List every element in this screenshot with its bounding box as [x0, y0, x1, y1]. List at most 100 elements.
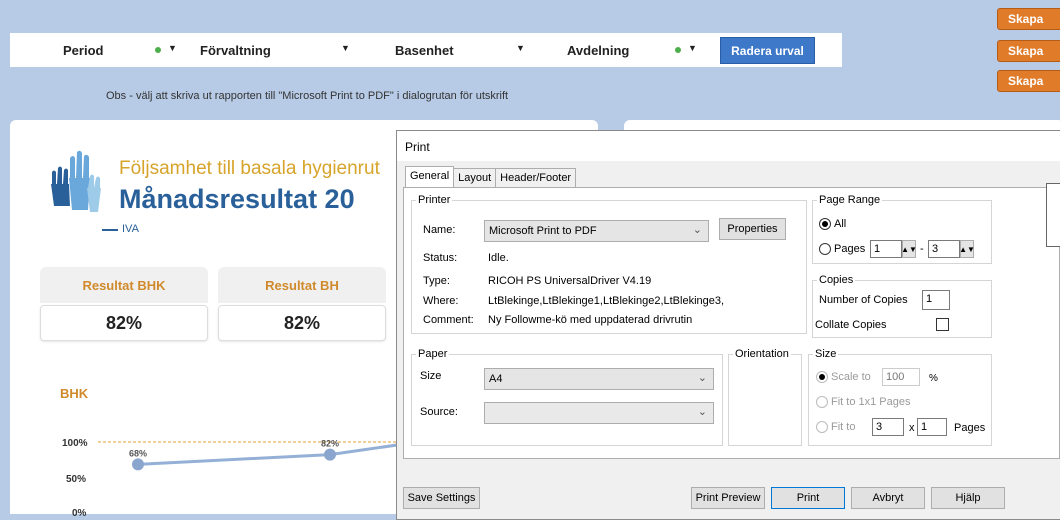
filter-active-dot	[675, 47, 681, 53]
filter-forvaltning[interactable]: Förvaltning ▼	[184, 33, 358, 67]
filter-active-dot	[155, 47, 161, 53]
where-label: Where:	[423, 295, 459, 307]
filter-period-label: Period	[63, 42, 104, 58]
orientation-group: Orientation	[728, 348, 802, 446]
data-label: 82%	[321, 439, 339, 449]
chevron-down-icon: ⌄	[692, 224, 702, 236]
fit-1x1-radio[interactable]	[816, 396, 828, 408]
fit-x-input[interactable]: 3	[872, 418, 904, 436]
report-title-line1: Följsamhet till basala hygienrut	[119, 158, 380, 179]
fit-to-label: Fit to	[831, 421, 856, 433]
fit-to-radio[interactable]	[816, 421, 828, 433]
page-preview-thumbnail	[1046, 183, 1060, 247]
help-button[interactable]: Hjälp	[931, 487, 1005, 509]
filter-forvaltning-label: Förvaltning	[200, 42, 271, 58]
bhk-line-chart: 68% 82%	[98, 436, 424, 471]
scale-to-radio[interactable]	[816, 371, 828, 383]
chart-section-title: BHK	[60, 386, 89, 401]
filter-avdelning-label: Avdelning	[567, 42, 630, 58]
data-point	[324, 448, 336, 461]
properties-button[interactable]: Properties	[719, 218, 786, 240]
scale-input[interactable]: 100	[882, 368, 920, 386]
kpi-label: Resultat BH	[218, 267, 386, 303]
tab-header-footer[interactable]: Header/Footer	[495, 168, 577, 187]
report-title-line2: Månadsresultat 20	[119, 184, 355, 214]
type-value: RICOH PS UniversalDriver V4.19	[488, 275, 652, 287]
kpi-value: 82%	[40, 305, 208, 341]
range-all-radio[interactable]	[819, 218, 831, 230]
chevron-down-icon[interactable]: ▼	[341, 43, 350, 53]
data-point	[132, 458, 144, 471]
kpi-card-bhk: Resultat BHK 82%	[40, 267, 208, 343]
collate-label: Collate Copies	[815, 319, 887, 331]
y-tick-label: 100%	[62, 438, 88, 449]
copies-legend: Copies	[819, 274, 854, 286]
size-legend: Size	[815, 348, 837, 360]
chevron-down-icon: ⌄	[697, 406, 707, 418]
print-notice: Obs - välj att skriva ut rapporten till …	[106, 90, 509, 102]
print-button[interactable]: Print	[771, 487, 845, 509]
type-label: Type:	[423, 275, 450, 287]
where-value: LtBlekinge,LtBlekinge1,LtBlekinge2,LtBle…	[488, 295, 725, 307]
tab-layout[interactable]: Layout	[453, 168, 497, 187]
dialog-title: Print	[397, 131, 1060, 161]
unit-underline	[102, 229, 118, 231]
filter-basenhet[interactable]: Basenhet ▼	[358, 33, 532, 67]
paper-source-select[interactable]: ⌄	[484, 402, 714, 424]
filter-period[interactable]: Period ▼	[10, 33, 184, 67]
name-label: Name:	[423, 224, 456, 236]
comment-value: Ny Followme-kö med uppdaterad drivrutin	[488, 314, 693, 326]
range-from-input[interactable]: 1	[870, 240, 902, 258]
filter-bar: Period ▼ Förvaltning ▼ Basenhet ▼ Avdeln…	[10, 33, 842, 67]
print-dialog: Print General Layout Header/Footer Print…	[396, 130, 1060, 520]
chevron-down-icon: ⌄	[697, 372, 707, 384]
range-pages-radio[interactable]	[819, 243, 831, 255]
scale-unit: %	[929, 373, 938, 384]
skapa-button-2[interactable]: Skapa	[997, 40, 1060, 62]
kpi-label: Resultat BHK	[40, 267, 208, 303]
dialog-tabs: General Layout Header/Footer	[405, 166, 577, 188]
paper-size-select[interactable]: A4 ⌄	[484, 368, 714, 390]
fit-y-input[interactable]: 1	[917, 418, 947, 436]
paper-legend: Paper	[418, 348, 448, 360]
chevron-down-icon[interactable]: ▼	[516, 43, 525, 53]
printer-name-value: Microsoft Print to PDF	[489, 225, 597, 237]
filter-avdelning[interactable]: Avdelning ▼	[532, 33, 706, 67]
printer-legend: Printer	[418, 194, 451, 206]
page-left-edge	[0, 0, 8, 514]
range-to-input[interactable]: 3	[928, 240, 960, 258]
chevron-down-icon[interactable]: ▼	[688, 43, 697, 53]
data-label: 68%	[129, 448, 147, 458]
collate-checkbox[interactable]	[936, 318, 949, 331]
tab-panel-general: Printer Name: Microsoft Print to PDF ⌄ P…	[403, 187, 1060, 459]
range-from-spinner[interactable]: ▲▼	[901, 240, 917, 258]
chevron-down-icon[interactable]: ▼	[168, 43, 177, 53]
skapa-button-3[interactable]: Skapa	[997, 70, 1060, 92]
radera-urval-button[interactable]: Radera urval	[720, 37, 815, 64]
range-to-spinner[interactable]: ▲▼	[959, 240, 975, 258]
comment-label: Comment:	[423, 314, 474, 326]
kpi-value: 82%	[218, 305, 386, 341]
copies-input[interactable]: 1	[922, 290, 950, 310]
cancel-button[interactable]: Avbryt	[851, 487, 925, 509]
page-range-legend: Page Range	[819, 194, 881, 206]
printer-name-select[interactable]: Microsoft Print to PDF ⌄	[484, 220, 709, 242]
status-value: Idle.	[488, 252, 509, 264]
save-settings-button[interactable]: Save Settings	[403, 487, 480, 509]
fit-1x1-label: Fit to 1x1 Pages	[831, 396, 911, 408]
tab-general[interactable]: General	[405, 166, 455, 187]
series-line	[137, 440, 419, 466]
paper-group: Paper	[411, 348, 723, 446]
paper-size-value: A4	[489, 373, 503, 385]
kpi-card-bh: Resultat BH 82%	[218, 267, 386, 343]
filter-basenhet-label: Basenhet	[395, 42, 454, 58]
fit-pages-label: Pages	[954, 422, 986, 434]
fit-separator: x	[909, 422, 915, 434]
scale-to-label: Scale to	[831, 371, 871, 383]
skapa-button-1[interactable]: Skapa	[997, 8, 1060, 30]
copies-label: Number of Copies	[819, 294, 908, 306]
range-separator: -	[920, 243, 924, 255]
paper-size-label: Size	[420, 370, 442, 382]
orientation-legend: Orientation	[735, 348, 789, 360]
print-preview-button[interactable]: Print Preview	[691, 487, 765, 509]
